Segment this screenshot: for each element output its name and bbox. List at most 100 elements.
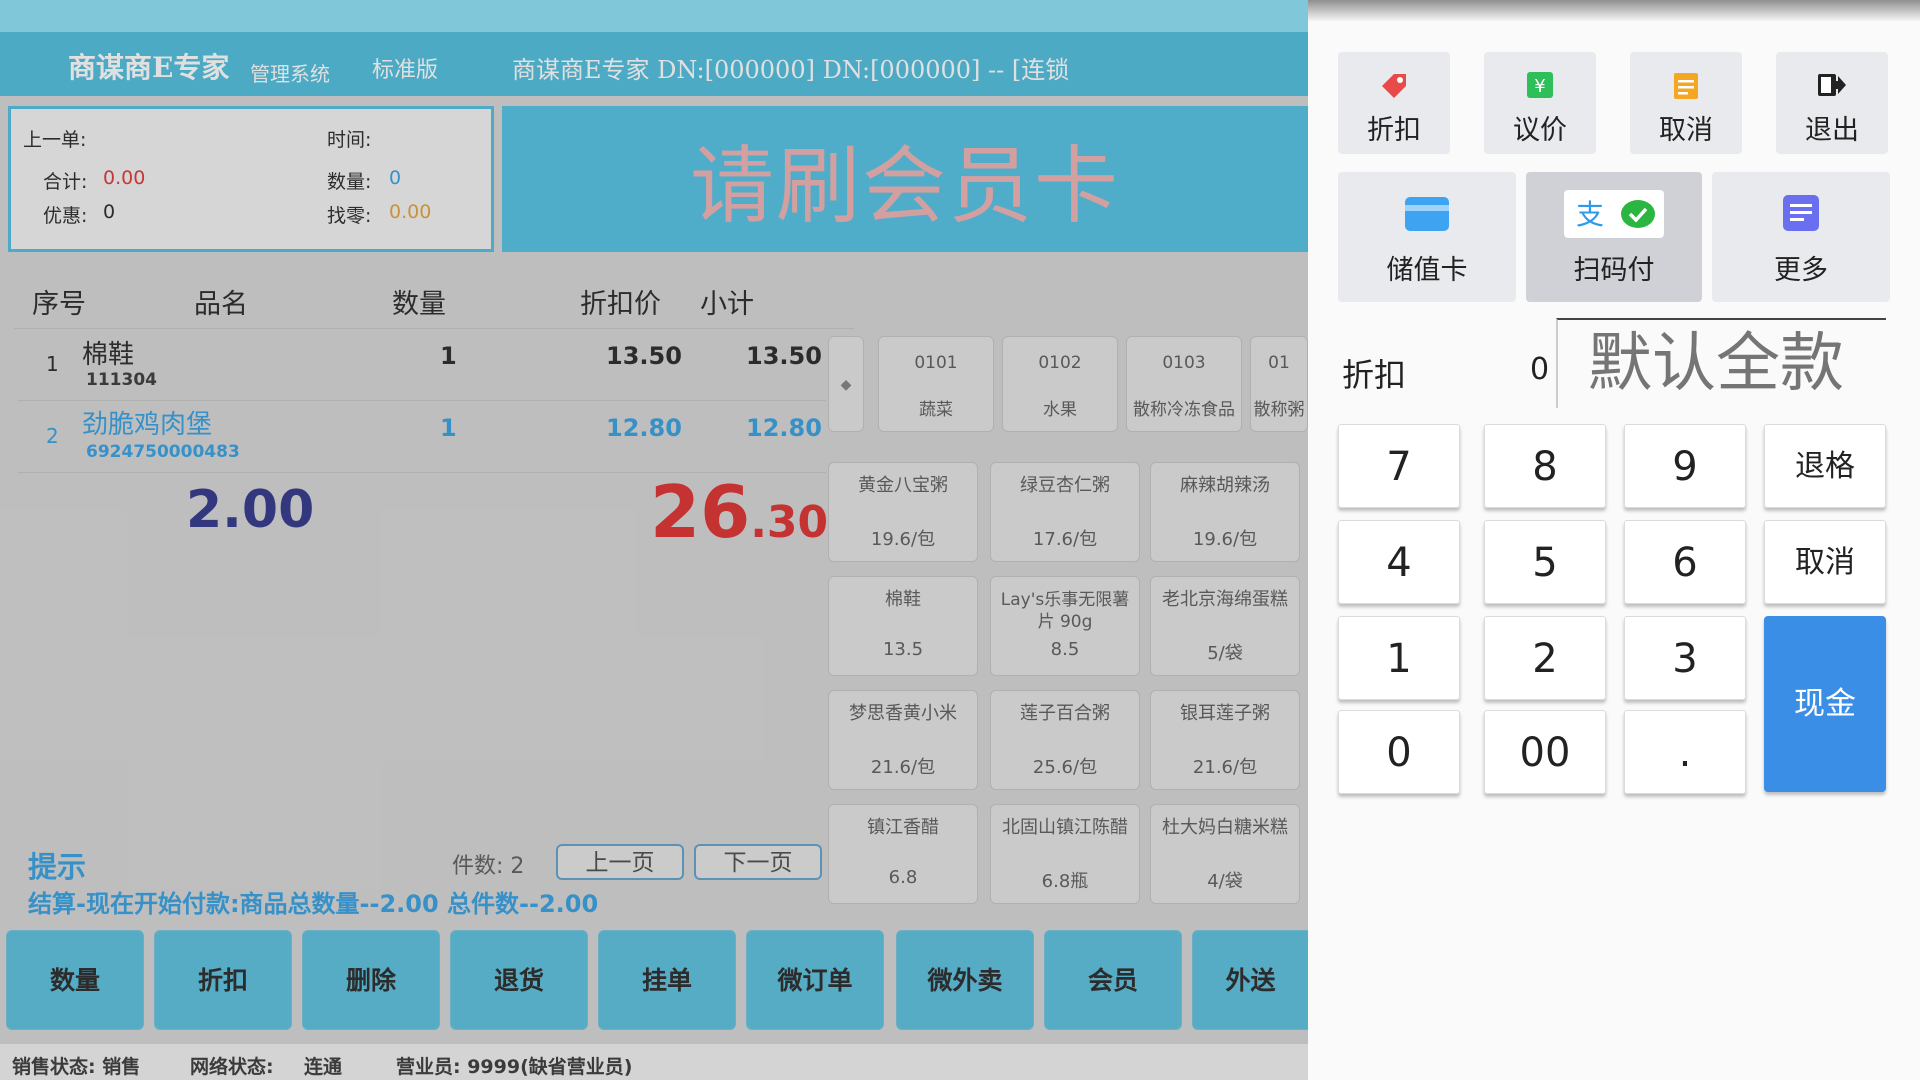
quantity-button[interactable]: 数量: [6, 930, 144, 1030]
wechat-pay-icon: [1621, 200, 1655, 228]
key-4[interactable]: 4: [1338, 520, 1460, 604]
discount-label: 优惠:: [43, 205, 88, 227]
payment-discount-field-value[interactable]: 0: [1530, 352, 1549, 387]
exit-button[interactable]: 退出: [1776, 52, 1888, 154]
micro-order-button[interactable]: 微订单: [746, 930, 884, 1030]
discount-button[interactable]: 折扣: [154, 930, 292, 1030]
category-button[interactable]: 0102 水果: [1002, 336, 1118, 432]
next-page-button[interactable]: 下一页: [694, 844, 822, 880]
category-button[interactable]: 01 散称粥: [1250, 336, 1308, 432]
system-info: 商谋商E专家 DN:[000000] DN:[000000] -- [连锁: [512, 56, 1070, 84]
banner-text: 请刷会员卡: [689, 136, 1120, 235]
total-label: 合计:: [43, 171, 88, 193]
key-1[interactable]: 1: [1338, 616, 1460, 700]
key-3[interactable]: 3: [1624, 616, 1746, 700]
product-price: 6.8: [888, 867, 918, 888]
product-button[interactable]: 老北京海绵蛋糕 5/袋: [1150, 576, 1300, 676]
key-dot[interactable]: .: [1624, 710, 1746, 794]
negotiate-price-label: 议价: [1513, 115, 1567, 146]
return-button[interactable]: 退货: [450, 930, 588, 1030]
tag-icon: [1382, 74, 1406, 98]
svg-text:¥: ¥: [1534, 76, 1545, 97]
category-scroll-arrow[interactable]: ◆: [828, 336, 864, 432]
category-button[interactable]: 0101 蔬菜: [878, 336, 994, 432]
product-button[interactable]: 梦思香黄小米 21.6/包: [828, 690, 978, 790]
note-icon: [1674, 73, 1698, 99]
hold-order-button[interactable]: 挂单: [598, 930, 736, 1030]
item-table-header: 序号 品名 数量 折扣价 小计: [14, 272, 854, 329]
key-2[interactable]: 2: [1484, 616, 1606, 700]
key-00[interactable]: 00: [1484, 710, 1606, 794]
product-name: 杜大妈白糖米糕: [1162, 817, 1288, 838]
product-button[interactable]: 北固山镇江陈醋 6.8瓶: [990, 804, 1140, 904]
total-amount-dec: .30: [750, 497, 829, 548]
product-name: 银耳莲子粥: [1180, 703, 1270, 724]
product-button[interactable]: 黄金八宝粥 19.6/包: [828, 462, 978, 562]
svg-text:支: 支: [1576, 198, 1604, 230]
total-amount-int: 26: [650, 470, 751, 554]
product-price: 8.5: [1050, 639, 1080, 660]
product-name: 莲子百合粥: [1020, 703, 1110, 724]
row-subtotal: 12.80: [746, 414, 822, 442]
negotiate-price-button[interactable]: ¥ 议价: [1484, 52, 1596, 154]
product-button[interactable]: 麻辣胡辣汤 19.6/包: [1150, 462, 1300, 562]
cash-pay-button[interactable]: 现金: [1764, 616, 1886, 792]
stored-value-card-label: 储值卡: [1386, 255, 1468, 286]
key-6[interactable]: 6: [1624, 520, 1746, 604]
micro-takeout-button[interactable]: 微外卖: [896, 930, 1034, 1030]
product-name: 黄金八宝粥: [858, 475, 948, 496]
scan-pay-button[interactable]: 支 扫码付: [1526, 172, 1702, 302]
category-name: 散称冷冻食品: [1133, 400, 1235, 420]
product-button[interactable]: 银耳莲子粥 21.6/包: [1150, 690, 1300, 790]
row-name: 棉鞋: [82, 340, 135, 370]
member-card-banner: 请刷会员卡: [502, 106, 1308, 252]
product-name: 老北京海绵蛋糕: [1162, 589, 1288, 610]
table-row[interactable]: 1 棉鞋 111304 1 13.50 13.50: [18, 330, 826, 401]
row-index: 1: [46, 352, 59, 376]
row-code: 6924750000483: [86, 442, 240, 462]
key-8[interactable]: 8: [1484, 424, 1606, 508]
payment-cancel-button[interactable]: 取消: [1630, 52, 1742, 154]
delete-button[interactable]: 删除: [302, 930, 440, 1030]
key-0[interactable]: 0: [1338, 710, 1460, 794]
edition-label: 标准版: [372, 58, 439, 83]
table-row[interactable]: 2 劲脆鸡肉堡 6924750000483 1 12.80 12.80: [18, 402, 826, 473]
prev-order-label: 上一单:: [23, 129, 87, 151]
alipay-icon: 支: [1576, 198, 1604, 230]
payment-discount-button[interactable]: 折扣: [1338, 52, 1450, 154]
card-icon: [1405, 197, 1449, 231]
product-button[interactable]: 杜大妈白糖米糕 4/袋: [1150, 804, 1300, 904]
hint-text: 结算-现在开始付款:商品总数量--2.00 总件数--2.00: [28, 890, 599, 918]
more-icon: [1783, 195, 1819, 231]
product-name: 北固山镇江陈醋: [1002, 817, 1128, 838]
clerk-info: 营业员: 9999(缺省营业员): [396, 1056, 633, 1078]
backspace-key[interactable]: 退格: [1764, 424, 1886, 508]
col-price: 折扣价: [580, 289, 661, 320]
qty-label: 数量:: [327, 171, 372, 193]
category-name: 散称粥: [1253, 400, 1305, 420]
keypad-cancel-key[interactable]: 取消: [1764, 520, 1886, 604]
product-button[interactable]: 莲子百合粥 25.6/包: [990, 690, 1140, 790]
more-button[interactable]: 更多: [1712, 172, 1890, 302]
pos-main-area: 商谋商E专家 管理系统 标准版 商谋商E专家 DN:[000000] DN:[0…: [0, 0, 1308, 1080]
product-button[interactable]: 绿豆杏仁粥 17.6/包: [990, 462, 1140, 562]
prev-page-button[interactable]: 上一页: [556, 844, 684, 880]
category-button[interactable]: 0103 散称冷冻食品: [1126, 336, 1242, 432]
hint-label: 提示: [28, 850, 87, 884]
stored-value-card-button[interactable]: 储值卡: [1338, 172, 1516, 302]
key-5[interactable]: 5: [1484, 520, 1606, 604]
amount-input[interactable]: [1556, 318, 1886, 408]
product-price: 21.6/包: [1192, 757, 1258, 778]
category-name: 蔬菜: [919, 400, 953, 420]
key-9[interactable]: 9: [1624, 424, 1746, 508]
more-label: 更多: [1774, 255, 1828, 286]
product-name: 麻辣胡辣汤: [1180, 475, 1270, 496]
product-button[interactable]: Lay's乐事无限薯片 90g 8.5: [990, 576, 1140, 676]
product-name: 绿豆杏仁粥: [1020, 475, 1110, 496]
product-button[interactable]: 棉鞋 13.5: [828, 576, 978, 676]
product-button[interactable]: 镇江香醋 6.8: [828, 804, 978, 904]
delivery-button[interactable]: 外送: [1192, 930, 1308, 1030]
member-button[interactable]: 会员: [1044, 930, 1182, 1030]
key-7[interactable]: 7: [1338, 424, 1460, 508]
product-price: 25.6/包: [1032, 757, 1098, 778]
